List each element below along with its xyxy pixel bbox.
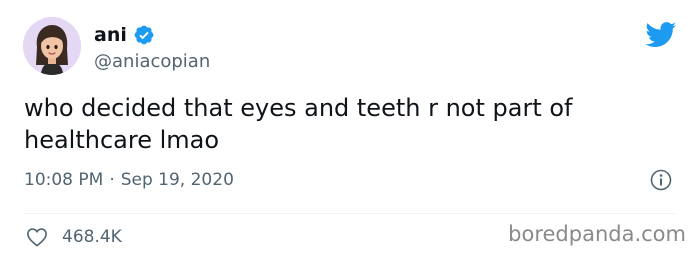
heart-icon[interactable]: [26, 227, 48, 247]
tweet-date: Sep 19, 2020: [120, 170, 234, 190]
twitter-bird-icon[interactable]: [645, 22, 677, 48]
tweet-timestamp[interactable]: 10:08 PM · Sep 19, 2020: [24, 168, 234, 192]
user-handle[interactable]: @aniacopian: [94, 50, 210, 74]
like-count: 468.4K: [62, 227, 122, 247]
tweet-card: ani @aniacopian who decided that eyes an…: [0, 0, 700, 257]
like-action[interactable]: 468.4K: [26, 224, 122, 250]
info-icon[interactable]: [649, 168, 673, 192]
watermark: boredpanda.com: [508, 222, 686, 246]
divider: [24, 213, 676, 214]
display-name[interactable]: ani: [94, 22, 127, 48]
avatar[interactable]: [23, 17, 81, 75]
tweet-time: 10:08 PM: [24, 170, 104, 190]
meta-separator: ·: [109, 170, 115, 190]
tweet-text: who decided that eyes and teeth r not pa…: [24, 94, 573, 154]
verified-badge-icon: [133, 24, 155, 46]
avatar-memoji-image: [23, 17, 81, 75]
author-row: ani: [94, 22, 155, 48]
